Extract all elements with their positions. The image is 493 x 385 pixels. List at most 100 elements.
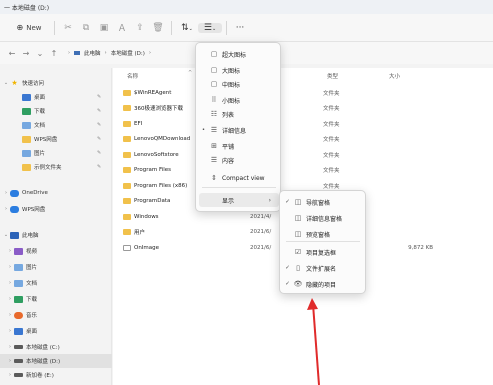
sidebar-item[interactable]: 图片 ✎ xyxy=(0,146,112,160)
expand-chevron-icon[interactable]: › xyxy=(6,280,14,286)
forward-icon[interactable]: → xyxy=(22,49,30,58)
sidebar-item[interactable]: › 本地磁盘 (C:) xyxy=(0,340,112,354)
view-menu-item-show[interactable]: 显示 › xyxy=(199,193,279,207)
more-icon[interactable]: ··· xyxy=(231,23,249,33)
sidebar-item[interactable]: ⌄ 此电脑 xyxy=(0,228,112,242)
star-icon: ★ xyxy=(11,78,18,87)
expand-chevron-icon[interactable]: ⌄ xyxy=(2,80,10,86)
show-menu-item-navigation-pane[interactable]: ✓ ◫ 导航窗格 xyxy=(283,195,365,209)
file-row[interactable]: LenovoQMDownload6 19:40文件夹 xyxy=(113,133,493,146)
sidebar-item[interactable]: › 视频 xyxy=(0,244,112,258)
sidebar-item[interactable]: › 下载 xyxy=(0,292,112,306)
column-header-name[interactable]: 名称 xyxy=(127,68,138,84)
sidebar-item[interactable]: › 图片 xyxy=(0,260,112,274)
sidebar-item[interactable]: › 桌面 xyxy=(0,324,112,338)
expand-chevron-icon[interactable]: › xyxy=(6,344,14,350)
sort-icon[interactable]: ⇅⌄ xyxy=(176,23,198,33)
menu-separator xyxy=(202,187,276,188)
column-header-type[interactable]: 类型 xyxy=(327,68,338,84)
expand-chevron-icon[interactable]: ⌄ xyxy=(2,232,10,238)
paste-icon[interactable]: ▣ xyxy=(95,23,113,33)
up-icon[interactable]: ↑ xyxy=(50,49,58,58)
view-menu-item-compact-view[interactable]: ⇕ Compact view xyxy=(199,171,279,185)
view-menu-item-details[interactable]: • ☰ 详细信息 xyxy=(199,123,279,137)
cut-icon[interactable]: ✂ xyxy=(59,23,77,33)
sidebar-item-label: 桌面 xyxy=(34,95,46,101)
sidebar-item[interactable]: 桌面 ✎ xyxy=(0,90,112,104)
menu-item-label: 平铺 xyxy=(222,143,235,151)
compact-view-icon: ⇕ xyxy=(211,174,217,182)
expand-chevron-icon[interactable]: › xyxy=(2,190,10,196)
view-icon[interactable]: ☰⌄ xyxy=(198,22,222,33)
sidebar-item-label: WPS网盘 xyxy=(34,137,58,143)
expand-chevron-icon[interactable]: › xyxy=(2,206,10,212)
view-menu-item-large-icons[interactable]: ▢ 大图标 xyxy=(199,63,279,77)
breadcrumb-this-pc[interactable]: 此电脑 xyxy=(84,49,101,57)
chevron-right-icon: › xyxy=(68,50,70,56)
sidebar-item[interactable]: 示例文件夹 ✎ xyxy=(0,160,112,174)
view-menu-item-content[interactable]: ☰ 内容 xyxy=(199,153,279,167)
folder-icon xyxy=(123,136,131,142)
sidebar-item[interactable]: › WPS网盘 xyxy=(0,202,112,216)
column-header-size[interactable]: 大小 xyxy=(389,68,400,84)
expand-chevron-icon[interactable]: › xyxy=(6,312,14,318)
breadcrumb-drive-d[interactable]: 本地磁盘 (D:) xyxy=(111,49,145,57)
sidebar-item[interactable]: › 音乐 xyxy=(0,308,112,322)
rename-icon[interactable]: Ａ xyxy=(113,21,131,34)
menu-item-label: 内容 xyxy=(222,157,235,165)
file-row[interactable]: EFI3 17:18文件夹 xyxy=(113,117,493,130)
show-menu-item-item-check-boxes[interactable]: ☑ 项目复选框 xyxy=(283,245,365,259)
folder-icon xyxy=(123,105,131,111)
expand-chevron-icon[interactable]: › xyxy=(6,328,14,334)
pin-icon: ✎ xyxy=(97,164,102,170)
file-row[interactable]: LenovoSoftstore6 23:31文件夹 xyxy=(113,148,493,161)
file-row[interactable]: 360极速浏览器下载3 17:26文件夹 xyxy=(113,102,493,115)
show-menu-item-preview-pane[interactable]: ◫ 预览窗格 xyxy=(283,227,365,241)
navigation-pane: ⌄ ★ 快速访问 桌面 ✎ 下载 ✎ 文档 ✎ WPS网盘 ✎ 图片 ✎ 示例文件夹 ✎ › OneDrive ›… xyxy=(0,68,112,385)
large-icons-icon: ▢ xyxy=(210,66,218,74)
show-menu-item-hidden-items[interactable]: ✓ 👁 隐藏的项目 xyxy=(283,277,365,291)
sidebar-item-label: 新加卷 (E:) xyxy=(26,373,54,379)
view-menu-item-medium-icons[interactable]: ▢ 中图标 xyxy=(199,77,279,91)
menu-item-label: 隐藏的项目 xyxy=(306,281,337,289)
new-button[interactable]: ⊕ New xyxy=(8,18,50,38)
expand-chevron-icon[interactable]: › xyxy=(6,358,14,364)
menu-item-label: 显示 xyxy=(222,197,235,205)
sidebar-item-label: WPS网盘 xyxy=(22,207,46,213)
sidebar-item[interactable]: › 本地磁盘 (D:) xyxy=(0,354,112,368)
arrow-head xyxy=(307,298,318,310)
sidebar-item[interactable]: 文档 ✎ xyxy=(0,118,112,132)
expand-chevron-icon[interactable]: › xyxy=(6,372,14,378)
file-row[interactable]: $WinREAgent2:15文件夹 xyxy=(113,86,493,99)
view-menu-item-list[interactable]: ☷ 列表 xyxy=(199,107,279,121)
expand-chevron-icon[interactable]: › xyxy=(6,296,14,302)
expand-chevron-icon[interactable]: › xyxy=(6,248,14,254)
sidebar-item[interactable]: ⌄ ★ 快速访问 xyxy=(0,76,112,90)
view-menu-item-small-icons[interactable]: ⠿ 小图标 xyxy=(199,93,279,107)
recent-locations-icon[interactable]: ⌄ xyxy=(36,49,44,58)
drive-icon xyxy=(14,359,23,363)
file-type: 文件夹 xyxy=(323,137,340,143)
expand-chevron-icon[interactable]: › xyxy=(6,264,14,270)
sidebar-item[interactable]: › OneDrive xyxy=(0,186,112,200)
file-row[interactable]: Program Files2:41文件夹 xyxy=(113,164,493,177)
share-icon[interactable]: ⇪ xyxy=(131,23,149,33)
sidebar-item[interactable]: › 新加卷 (E:) xyxy=(0,368,112,382)
show-menu-item-details-pane[interactable]: ◫ 详细信息窗格 xyxy=(283,211,365,225)
folder-icon xyxy=(22,121,31,129)
sidebar-item[interactable]: WPS网盘 ✎ xyxy=(0,132,112,146)
view-menu-item-tiles[interactable]: ⊞ 平铺 xyxy=(199,139,279,153)
show-menu-item-file-name-extensions[interactable]: ✓ ▯ 文件扩展名 xyxy=(283,261,365,275)
sidebar-item-label: 本地磁盘 (D:) xyxy=(26,359,61,365)
sidebar-item[interactable]: › 文档 xyxy=(0,276,112,290)
sidebar-item[interactable]: 下载 ✎ xyxy=(0,104,112,118)
view-menu-item-extra-large-icons[interactable]: ▢ 超大图标 xyxy=(199,47,279,61)
extra-large-icons-icon: ▢ xyxy=(210,50,218,58)
toolbar-divider xyxy=(171,20,172,35)
file-type: 文件夹 xyxy=(323,90,340,97)
copy-icon[interactable]: ⧉ xyxy=(77,23,95,33)
pin-icon: ✎ xyxy=(97,94,102,100)
delete-icon[interactable]: 🗑 xyxy=(149,23,167,33)
back-icon[interactable]: ← xyxy=(8,49,16,58)
sidebar-item-label: 桌面 xyxy=(26,329,38,335)
